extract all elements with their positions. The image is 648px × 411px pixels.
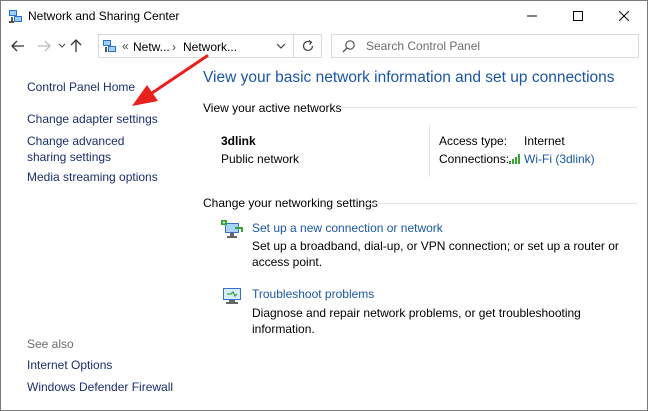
divider	[337, 107, 637, 108]
search-input[interactable]	[366, 38, 626, 54]
new-connection-icon	[221, 220, 243, 238]
forward-arrow-icon[interactable]	[35, 36, 53, 56]
network-category[interactable]: Public network	[221, 152, 299, 166]
up-arrow-icon[interactable]	[67, 36, 85, 56]
refresh-icon	[302, 40, 313, 52]
set-up-new-connection-link[interactable]: Set up a new connection or network	[252, 221, 443, 235]
divider	[429, 125, 430, 177]
close-button[interactable]	[601, 1, 647, 31]
breadcrumb-segment[interactable]: Netw...	[133, 40, 170, 54]
wifi-signal-icon	[509, 153, 521, 164]
media-streaming-options-link[interactable]: Media streaming options	[27, 169, 158, 185]
network-name: 3dlink	[221, 134, 256, 148]
access-type-value: Internet	[524, 134, 565, 148]
left-pane: Control Panel Home Change adapter settin…	[1, 63, 193, 410]
troubleshoot-problems-link[interactable]: Troubleshoot problems	[252, 287, 374, 301]
internet-options-link[interactable]: Internet Options	[27, 357, 112, 373]
maximize-button[interactable]	[555, 1, 601, 31]
search-box[interactable]	[331, 34, 639, 58]
page-title: View your basic network information and …	[203, 69, 615, 86]
troubleshoot-icon	[221, 287, 243, 305]
network-location-icon	[102, 38, 118, 54]
breadcrumb-overflow[interactable]: «	[122, 39, 129, 53]
minimize-button[interactable]	[509, 1, 555, 31]
back-arrow-icon[interactable]	[9, 36, 27, 56]
breadcrumb-segment[interactable]: Network...	[183, 40, 237, 54]
troubleshoot-problems-description: Diagnose and repair network problems, or…	[252, 306, 581, 336]
wifi-connection-link[interactable]: Wi-Fi (3dlink)	[524, 152, 595, 166]
active-networks-heading: View your active networks	[203, 101, 342, 115]
address-dropdown-chevron-icon[interactable]	[275, 40, 287, 52]
divider	[365, 203, 637, 204]
change-settings-heading: Change your networking settings	[203, 196, 378, 210]
set-up-new-connection-description: Set up a broadband, dial-up, or VPN conn…	[252, 239, 619, 269]
network-and-sharing-center-window: Network and Sharing Center « Netw... › N…	[0, 0, 648, 411]
access-type-label: Access type:	[439, 134, 508, 148]
connections-label: Connections:	[439, 152, 510, 166]
change-adapter-settings-link[interactable]: Change adapter settings	[27, 111, 158, 127]
change-advanced-sharing-settings-link[interactable]: Change advanced sharing settings	[27, 133, 167, 165]
breadcrumb-separator[interactable]: ›	[172, 40, 176, 54]
refresh-button[interactable]	[294, 34, 322, 58]
address-bar[interactable]: « Netw... › Network...	[98, 34, 294, 58]
search-icon	[342, 39, 356, 53]
title-bar[interactable]: Network and Sharing Center	[1, 1, 647, 31]
control-panel-home-link[interactable]: Control Panel Home	[27, 79, 135, 95]
windows-defender-firewall-link[interactable]: Windows Defender Firewall	[27, 379, 173, 395]
window-title: Network and Sharing Center	[28, 9, 180, 23]
navigation-bar: « Netw... › Network...	[1, 31, 647, 63]
see-also-heading: See also	[27, 337, 74, 351]
network-center-app-icon	[8, 8, 24, 24]
